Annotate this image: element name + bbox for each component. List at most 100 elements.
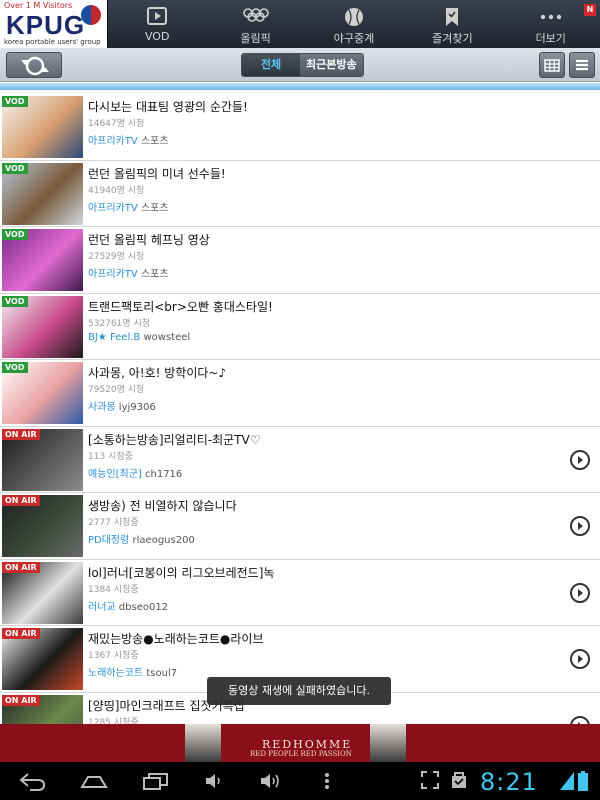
- vod-badge: VOD: [2, 162, 28, 174]
- item-meta: PD대정령 rlaeogus200: [88, 531, 195, 546]
- error-toast: 동영상 재생에 실패하였습니다.: [207, 677, 391, 705]
- user-id: tsoul7: [146, 668, 178, 679]
- item-meta: 아프리카TV 스포츠: [88, 199, 169, 214]
- item-viewers: 532761명 시청: [88, 318, 151, 329]
- baseball-icon: [344, 8, 363, 26]
- item-title: lol]러너[코봉이의 리그오브레전드]녹: [88, 565, 275, 580]
- list-item[interactable]: ON AIR [소통하는방송]리얼리티-최군TV♡ 113 시청중예능인[최군] c…: [0, 426, 600, 493]
- tab-olympic[interactable]: 올림픽: [206, 0, 304, 48]
- home-icon[interactable]: [80, 770, 108, 792]
- back-icon[interactable]: [18, 770, 46, 792]
- menu-dots-icon[interactable]: [322, 770, 332, 792]
- volume-down-icon[interactable]: [203, 770, 225, 792]
- shopping-bag-icon: [452, 772, 466, 788]
- chevron-right-icon: [578, 455, 583, 464]
- channel-name[interactable]: 아프리카TV: [88, 269, 138, 280]
- tab-vod[interactable]: VOD: [108, 0, 206, 48]
- channel-name[interactable]: 아프리카TV: [88, 136, 138, 147]
- bookmark-icon: [446, 8, 459, 26]
- grid-view-button[interactable]: [539, 52, 565, 78]
- onair-badge: ON AIR: [2, 495, 40, 506]
- ad-banner[interactable]: REDHOMME RED PEOPLE RED PASSION: [0, 724, 600, 762]
- tab-all[interactable]: 전체: [242, 54, 300, 76]
- status-clock: 8:21: [480, 768, 538, 796]
- signal-icon: [560, 772, 574, 790]
- list-view-button[interactable]: [569, 52, 595, 78]
- tab-recent[interactable]: 최근본방송: [300, 54, 363, 76]
- user-id: 스포츠: [140, 136, 169, 147]
- thumbnail-image: ON AIR: [2, 428, 83, 491]
- channel-name[interactable]: 러너교: [88, 602, 116, 613]
- tab-olympic-label: 올림픽: [240, 32, 271, 45]
- item-title: 재밌는방송●노래하는코트●라이브: [88, 632, 264, 646]
- program-list: VOD 다시보는 대표팀 영광의 순간들! 14647명 시청 아프리카TV 스포츠 V…: [0, 94, 600, 759]
- tab-more[interactable]: 더보기 N: [502, 0, 600, 48]
- tab-bookmark[interactable]: 즐겨찾기: [403, 0, 501, 48]
- volume-up-icon[interactable]: [258, 770, 282, 792]
- grid-icon: [544, 59, 560, 72]
- user-id: 스포츠: [140, 202, 169, 214]
- ad-model-image: [370, 724, 406, 762]
- onair-badge: ON AIR: [2, 428, 40, 440]
- list-item[interactable]: VOD 런던 올림픽 헤프닝 영상 27529명 시청 아프리카TV 스포츠: [0, 227, 600, 294]
- ad-model-image: [185, 724, 221, 762]
- list-item[interactable]: VOD 트랜드팩토리<br>오빤 홍대스타일! 532761명 시청 BJ★ Feel…: [0, 293, 600, 360]
- channel-name[interactable]: 아프리카TV: [88, 203, 138, 214]
- app-screen: Over 1 M Visitors KPUG korea portable us…: [0, 0, 600, 800]
- user-id: lyj9306: [118, 402, 156, 413]
- item-viewers: 14647명 시청: [88, 119, 145, 129]
- chevron-right-icon: [578, 588, 583, 597]
- vod-icon: [147, 7, 168, 25]
- item-meta: 노래하는코트 tsoul7: [88, 664, 177, 679]
- list-item[interactable]: ON AIR lol]러너[코봉이의 리그오브레전드]녹 1384 시청중 러너교 d…: [0, 559, 600, 626]
- thumbnail-image: VOD: [2, 162, 83, 225]
- kpug-logo[interactable]: Over 1 M Visitors KPUG korea portable us…: [0, 0, 108, 48]
- channel-name[interactable]: PD대정령: [88, 535, 129, 546]
- system-bar: 8:21: [0, 762, 600, 800]
- channel-name[interactable]: 노래하는코트: [88, 668, 143, 679]
- list-item[interactable]: VOD 다시보는 대표팀 영광의 순간들! 14647명 시청 아프리카TV 스포츠: [0, 94, 600, 161]
- chevron-right-icon: [578, 522, 583, 530]
- item-meta: 아프리카TV 스포츠: [88, 265, 169, 280]
- item-title: 사과몽, 아!호! 방학이다~♪: [88, 366, 227, 380]
- item-viewers: 113 시청중: [88, 451, 133, 462]
- vod-badge: VOD: [2, 295, 28, 307]
- olympic-rings-icon: [242, 8, 269, 22]
- user-id: dbseo012: [118, 601, 169, 613]
- play-arrow-button[interactable]: [570, 649, 590, 669]
- thumbnail-image: VOD: [2, 96, 83, 158]
- play-arrow-button[interactable]: [570, 449, 590, 470]
- item-title: 트랜드팩토리<br>오빤 홍대스타일!: [88, 299, 273, 314]
- play-arrow-button[interactable]: [570, 516, 590, 536]
- play-arrow-button[interactable]: [570, 582, 590, 603]
- chevron-right-icon: [578, 655, 583, 663]
- more-icon: [540, 14, 561, 20]
- onair-badge: ON AIR: [2, 628, 40, 639]
- vod-badge: VOD: [2, 96, 28, 107]
- recent-apps-icon[interactable]: [142, 770, 170, 792]
- thumbnail-image: VOD: [2, 362, 83, 424]
- item-title: [소통하는방송]리얼리티-최군TV♡: [88, 432, 261, 447]
- list-item[interactable]: ON AIR 생방송) 전 비열하지 않습니다 2777 시청중 PD대정령 rlae…: [0, 493, 600, 560]
- progress-strip: [0, 83, 600, 90]
- channel-name[interactable]: BJ★ Feel.B: [88, 332, 140, 343]
- logo-brand: KPUG: [6, 10, 86, 40]
- tab-more-label: 더보기: [535, 32, 566, 45]
- user-id: ch1716: [145, 468, 183, 480]
- channel-name[interactable]: 예능인[최군]: [88, 469, 142, 480]
- tab-baseball-label: 야구중계: [333, 32, 375, 45]
- logo-visitors: Over 1 M Visitors: [4, 1, 73, 10]
- item-viewers: 79520명 시청: [88, 385, 145, 395]
- tab-vod-label: VOD: [144, 30, 170, 43]
- refresh-button[interactable]: [6, 52, 62, 78]
- thumbnail-image: VOD: [2, 295, 83, 358]
- onair-badge: ON AIR: [2, 694, 40, 706]
- fullscreen-icon: [421, 771, 439, 789]
- channel-name[interactable]: 사과몽: [88, 402, 116, 413]
- item-meta: 사과몽 lyj9306: [88, 398, 156, 413]
- list-item[interactable]: VOD 런던 올림픽의 미녀 선수들! 41940명 시청 아프리카TV 스포츠: [0, 160, 600, 227]
- tab-bookmark-label: 즐겨찾기: [432, 32, 473, 45]
- refresh-icon: [21, 56, 49, 76]
- tab-baseball[interactable]: 야구중계: [305, 0, 403, 48]
- list-item[interactable]: VOD 사과몽, 아!호! 방학이다~♪ 79520명 시청사과몽 lyj9306: [0, 360, 600, 427]
